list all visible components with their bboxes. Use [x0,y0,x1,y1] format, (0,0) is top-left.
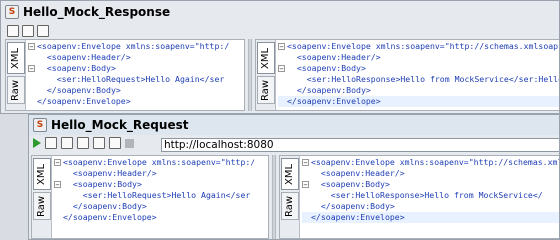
code-line: </soapenv:Body> [302,201,559,212]
code-text: </soapenv:Body> [37,85,121,95]
mock-request-request-pane: XML Raw − <soapenv:Envelope xmlns:soapenv… [31,155,269,239]
code-line: </soapenv:Body> [54,201,254,212]
fold-toggle-icon[interactable]: − [278,65,285,73]
mock-response-window: S Hello_Mock_Response XML Raw − <soapenv:… [0,0,560,114]
code-text: <soapenv:Envelope xmlns:soapenv="http:/ [37,41,230,51]
code-line: </soapenv:Envelope> [28,96,230,107]
play-icon[interactable] [33,138,41,148]
code-line: − <soapenv:Envelope xmlns:soapenv="http:/ [54,157,254,168]
code-text: <soapenv:Body> [63,179,142,189]
request-vtab-column: XML Raw [6,40,26,110]
code-line: <ser:HelloRequest>Hello Again</ser [28,74,230,85]
request-toolbar [7,25,49,37]
request-vtab-column: XML Raw [32,156,52,238]
mock-request-response-pane: XML Raw − <soapenv:Envelope xmlns:soapenv… [279,155,560,239]
tab-xml[interactable]: XML [281,158,299,190]
toggle-button[interactable] [22,25,34,37]
code-line: </soapenv:Envelope> [54,212,254,223]
options-icon[interactable] [45,137,57,149]
code-text: <soapenv:Body> [287,63,366,73]
code-line: <soapenv:Header/> [28,52,230,63]
code-line: </soapenv:Body> [28,85,230,96]
mock-request-window: S Hello_Mock_Request http://localhost:80… [28,114,560,240]
code-text: <ser:HelloRequest>Hello Again</ser [37,74,225,84]
code-text: <soapenv:Header/> [287,52,381,62]
code-line: − <soapenv:Body> [54,179,254,190]
code-text: <soapenv:Body> [37,63,116,73]
code-text: <ser:HelloRequest>Hello Again</ser [63,190,251,200]
code-line: </soapenv:Envelope> [278,96,559,107]
code-line: <soapenv:Header/> [54,168,254,179]
code-line: <soapenv:Header/> [278,52,559,63]
code-text: <ser:HelloResponse>Hello from MockServic… [311,190,543,200]
fold-toggle-icon[interactable]: − [54,159,61,167]
options-icon[interactable] [109,137,121,149]
stop-icon[interactable] [125,138,134,148]
code-text: <soapenv:Envelope xmlns:soapenv="http://… [311,157,560,167]
mock-request-titlebar[interactable]: S Hello_Mock_Request [29,115,559,135]
code-text: </soapenv:Envelope> [63,212,157,222]
tab-raw[interactable]: Raw [281,192,299,220]
code-line: − <soapenv:Body> [28,63,230,74]
tab-raw[interactable]: Raw [33,192,51,220]
response-xml-editor[interactable]: − <soapenv:Envelope xmlns:soapenv="http:/… [302,156,560,238]
code-text: </soapenv:Body> [311,201,395,211]
tab-xml[interactable]: XML [33,158,51,190]
toggle-button[interactable] [37,25,49,37]
code-line: </soapenv:Envelope> [302,212,559,223]
code-text: <soapenv:Header/> [311,168,405,178]
code-line: <soapenv:Header/> [302,168,559,179]
soap-window-icon: S [33,118,47,132]
tab-raw[interactable]: Raw [257,76,275,104]
mock-response-title: Hello_Mock_Response [23,5,171,19]
pane-splitter[interactable] [272,155,276,239]
endpoint-url-input[interactable]: http://localhost:8080 [161,138,559,152]
fold-toggle-icon[interactable]: − [28,43,35,51]
tab-raw[interactable]: Raw [7,76,25,104]
options-icon[interactable] [61,137,73,149]
code-line: <ser:HelloRequest>Hello Again</ser [54,190,254,201]
mock-response-response-pane: XML Raw − <soapenv:Envelope xmlns:soapenv… [255,39,560,111]
response-xml-editor[interactable]: − <soapenv:Envelope xmlns:soapenv="http:/… [278,40,560,110]
code-line: − <soapenv:Body> [302,179,559,190]
response-vtab-column: XML Raw [256,40,276,110]
options-icon[interactable] [93,137,105,149]
code-text: <ser:HelloResponse>Hello from MockServic… [287,74,560,84]
mock-response-titlebar[interactable]: S Hello_Mock_Response [1,1,559,23]
request-xml-editor[interactable]: − <soapenv:Envelope xmlns:soapenv="http:/… [54,156,254,238]
code-line: </soapenv:Body> [278,85,559,96]
soap-window-icon: S [5,5,19,19]
code-text: </soapenv:Envelope> [37,96,131,106]
mock-response-request-pane: XML Raw − <soapenv:Envelope xmlns:soapenv… [5,39,245,111]
code-text: </soapenv:Envelope> [287,96,381,106]
code-text: </soapenv:Envelope> [311,212,405,222]
code-line: − <soapenv:Envelope xmlns:soapenv="http:/… [278,41,560,52]
code-text: <soapenv:Header/> [37,52,131,62]
code-text: </soapenv:Body> [63,201,147,211]
fold-toggle-icon[interactable]: − [278,43,285,51]
options-icon[interactable] [77,137,89,149]
code-line: − <soapenv:Body> [278,63,559,74]
mock-request-title: Hello_Mock_Request [51,118,189,132]
code-text: <soapenv:Envelope xmlns:soapenv="http:/ [63,157,254,167]
code-line: − <soapenv:Envelope xmlns:soapenv="http:/ [28,41,230,52]
code-text: </soapenv:Body> [287,85,371,95]
code-line: <ser:HelloResponse>Hello from MockServic… [302,190,559,201]
fold-toggle-icon[interactable]: − [54,181,61,189]
fold-toggle-icon[interactable]: − [28,65,35,73]
fold-toggle-icon[interactable]: − [302,181,309,189]
code-line: <ser:HelloResponse>Hello from MockServic… [278,74,560,85]
pane-splitter[interactable] [248,39,252,111]
code-line: − <soapenv:Envelope xmlns:soapenv="http:/… [302,157,560,168]
response-vtab-column: XML Raw [280,156,300,238]
fold-toggle-icon[interactable]: − [302,159,309,167]
code-text: <soapenv:Header/> [63,168,157,178]
toggle-button[interactable] [7,25,19,37]
request-toolbar [33,137,134,149]
request-xml-editor[interactable]: − <soapenv:Envelope xmlns:soapenv="http:/… [28,40,230,110]
tab-xml[interactable]: XML [7,42,25,74]
code-text: <soapenv:Envelope xmlns:soapenv="http://… [287,41,560,51]
tab-xml[interactable]: XML [257,42,275,74]
code-text: <soapenv:Body> [311,179,390,189]
